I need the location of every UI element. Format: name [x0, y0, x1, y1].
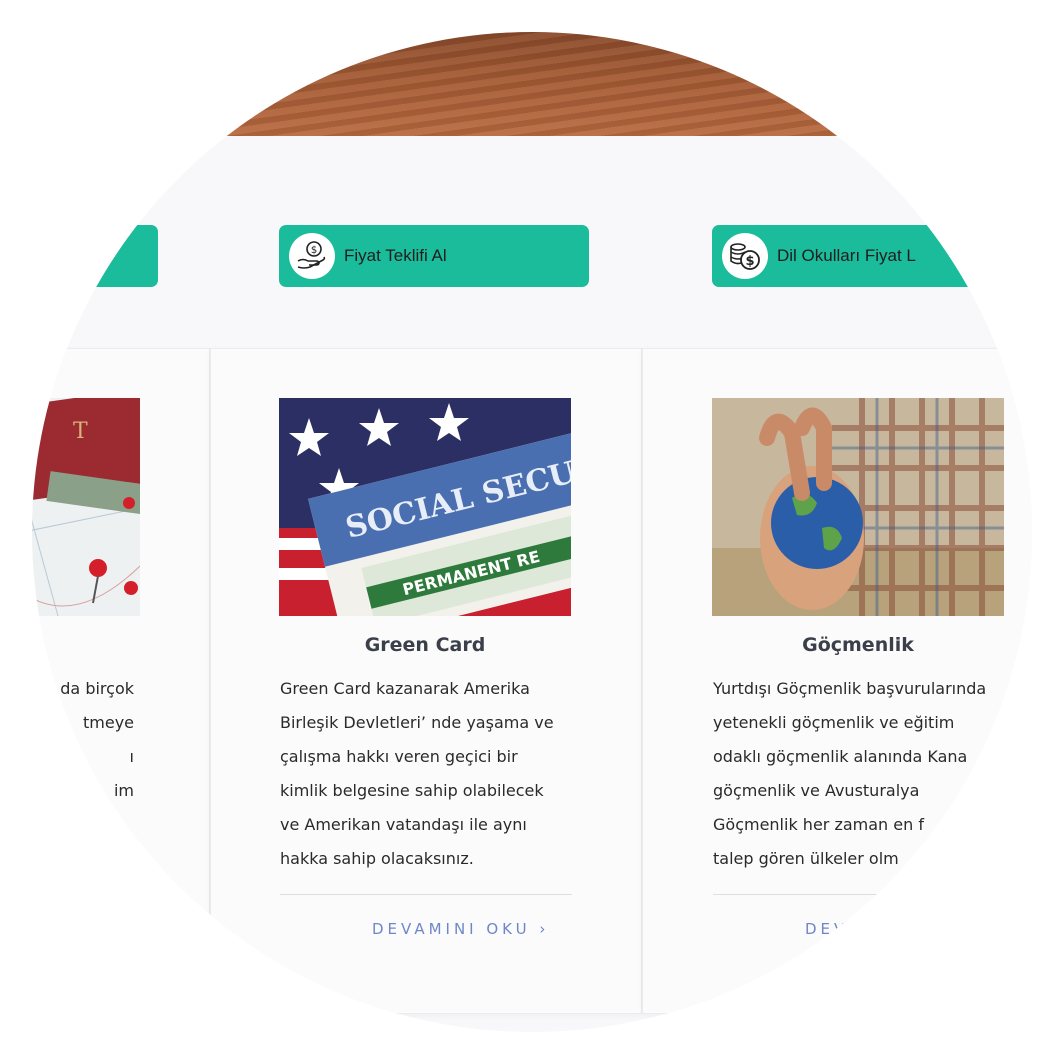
card-description-green-card: Green Card kazanarak Amerika Birleşik De… — [280, 672, 580, 876]
desc-line: Göçmenlik her zaman en f — [713, 815, 924, 834]
desc-line: Birleşik Devletleri’ nde yaşama ve — [280, 713, 554, 732]
desc-line: hakka sahip olacaksınız. — [280, 849, 474, 868]
read-more-label: DEV — [805, 920, 849, 938]
read-more-link-immigration[interactable]: DEV — [805, 920, 848, 938]
desc-line: ı — [129, 747, 134, 766]
desc-line: Yurtdışı Göçmenlik başvurularında — [713, 679, 987, 698]
card-divider — [280, 894, 572, 895]
desc-line: da birçok — [60, 679, 134, 698]
desc-line: talep gören ülkeler olm — [713, 849, 899, 868]
desc-line: odaklı göçmenlik alanında Kana — [713, 747, 968, 766]
svg-text:$: $ — [745, 254, 754, 269]
svg-text:$: $ — [311, 245, 317, 256]
card-title-left: eri — [32, 634, 108, 656]
passport-map-pins-photo: T — [32, 398, 140, 616]
language-school-prices-label: Dil Okulları Fiyat L — [777, 246, 916, 265]
read-more-label: DEVAMINI OKU — [372, 920, 531, 938]
desc-line: tmeye — [82, 713, 134, 732]
svg-text:T: T — [73, 419, 88, 444]
card-description-immigration: Yurtdışı Göçmenlik başvurularında yetene… — [713, 672, 1013, 876]
desc-line: yetenekli göçmenlik ve eğitim — [713, 713, 955, 732]
card-title-green-card: Green Card — [364, 634, 486, 656]
hand-holding-globe-photo — [712, 398, 1004, 616]
card-description-left: da birçok tmeye ı im — [32, 672, 134, 808]
coins-dollar-icon: $ — [722, 233, 768, 279]
desc-line: im — [113, 781, 134, 800]
desc-line: Green Card kazanarak Amerika — [280, 679, 530, 698]
desc-line: ve Amerikan vatandaşı ile aynı — [280, 815, 527, 834]
money-hand-icon: $ — [289, 233, 335, 279]
read-more-link-green-card[interactable]: DEVAMINI OKU › — [372, 920, 549, 938]
hero-banner-image — [32, 32, 1032, 136]
green-card-flag-photo: SOCIAL SECU PERMANENT RE — [279, 398, 571, 616]
circular-viewport: $ Fiyat Teklifi Al $ Dil Okulları Fiyat … — [32, 32, 1032, 1032]
desc-line: göçmenlik ve Avusturalya — [713, 781, 920, 800]
card-divider — [713, 894, 1005, 895]
partial-button-left[interactable] — [32, 225, 158, 287]
desc-line: çalışma hakkı veren geçici bir — [280, 747, 518, 766]
language-school-prices-button[interactable]: $ Dil Okulları Fiyat L — [712, 225, 1032, 287]
desc-line: kimlik belgesine sahip olabilecek — [280, 781, 544, 800]
price-quote-button[interactable]: $ Fiyat Teklifi Al — [279, 225, 589, 287]
price-quote-label: Fiyat Teklifi Al — [344, 246, 447, 265]
card-title-immigration: Göçmenlik — [802, 634, 914, 656]
chevron-right-icon: › — [539, 920, 550, 938]
